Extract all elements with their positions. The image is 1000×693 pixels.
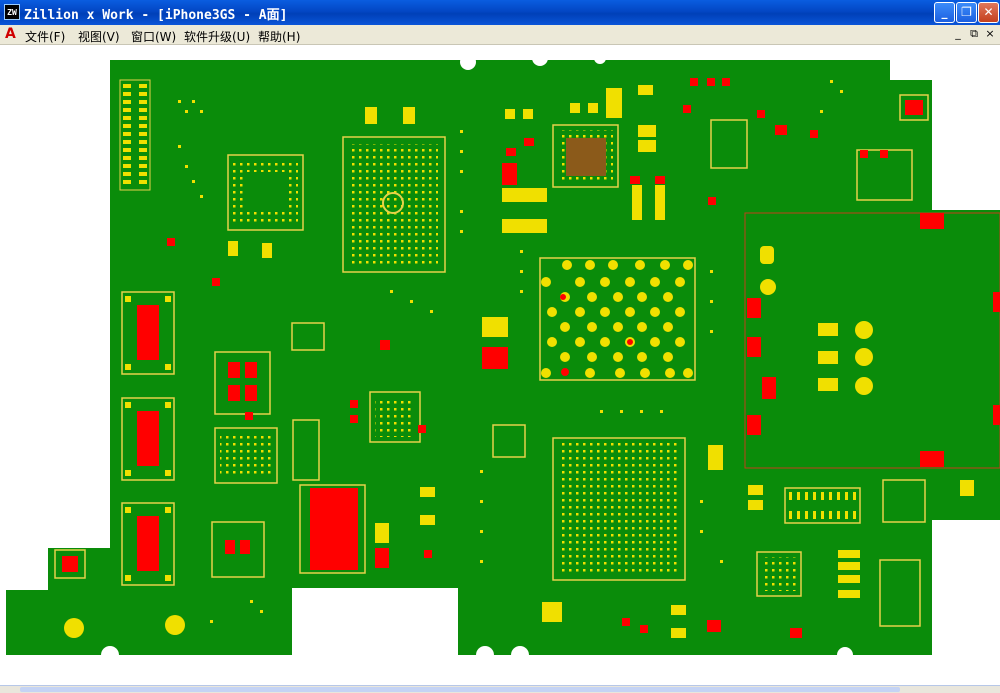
menu-upgrade[interactable]: 软件升级(U) [184, 28, 250, 45]
close-icon: ✕ [983, 5, 994, 19]
title-bar[interactable]: ZW Zillion x Work - [iPhone3GS - A面] _ ❐… [0, 0, 1000, 25]
maximize-button[interactable]: ❐ [956, 2, 977, 23]
mdi-minimize-button[interactable]: _ [951, 27, 965, 41]
mdi-close-button[interactable]: × [983, 27, 997, 41]
minimize-icon: _ [941, 5, 948, 19]
board-viewport[interactable] [0, 45, 1000, 685]
minimize-button[interactable]: _ [934, 2, 955, 23]
menu-bar: A 文件(F) 视图(V) 窗口(W) 软件升级(U) 帮助(H) _ ⧉ × [0, 25, 1000, 45]
scrollbar-thumb[interactable] [20, 687, 900, 692]
menu-view[interactable]: 视图(V) [78, 28, 120, 45]
document-icon[interactable]: A [5, 27, 16, 41]
close-button[interactable]: ✕ [978, 2, 999, 23]
window-title: Zillion x Work - [iPhone3GS - A面] [24, 8, 288, 23]
pcb-board-view[interactable] [0, 45, 1000, 685]
restore-icon: ❐ [961, 5, 972, 19]
menu-help[interactable]: 帮助(H) [258, 28, 300, 45]
mdi-restore-button[interactable]: ⧉ [967, 27, 981, 41]
app-icon[interactable]: ZW [4, 4, 20, 20]
menu-window[interactable]: 窗口(W) [131, 28, 176, 45]
menu-file[interactable]: 文件(F) [25, 28, 65, 45]
